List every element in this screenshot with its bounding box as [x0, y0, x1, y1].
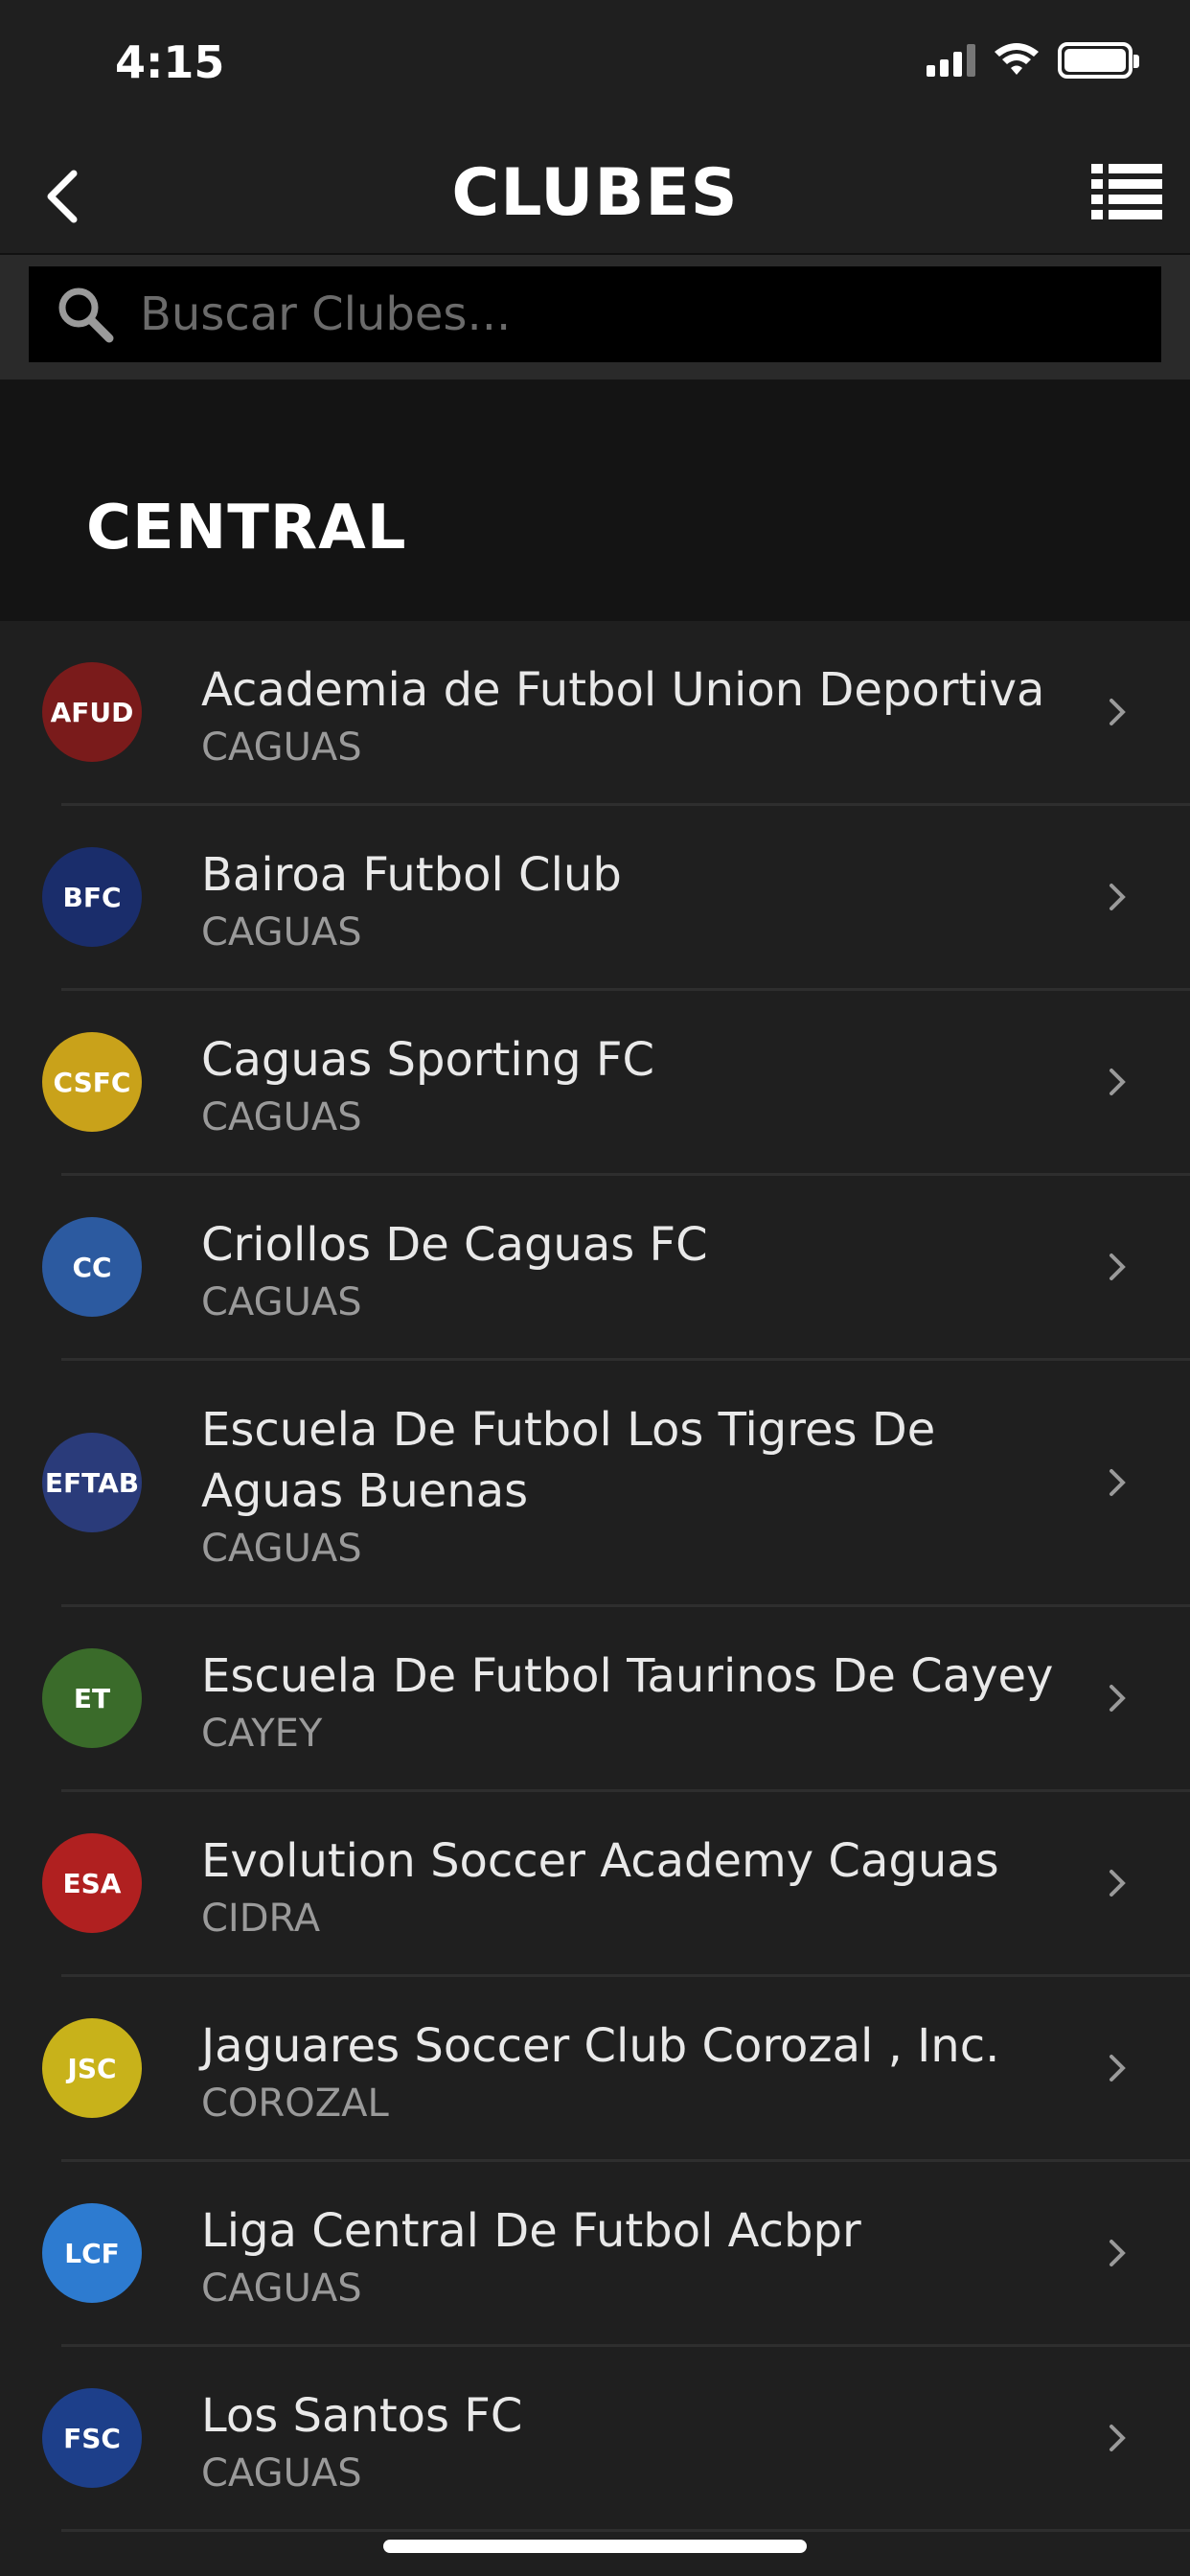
chevron-right-icon: [1110, 1870, 1126, 1897]
club-list-item[interactable]: JSC Jaguares Soccer Club Corozal , Inc. …: [0, 1977, 1190, 2162]
chevron-right-icon: [1110, 1685, 1126, 1712]
club-city: CAYEY: [201, 1712, 323, 1756]
club-city: CAGUAS: [201, 725, 362, 770]
nav-bar: CLUBES: [0, 134, 1190, 255]
club-name: Bairoa Futbol Club: [201, 848, 622, 902]
chevron-right-icon: [1110, 699, 1126, 725]
club-list-item[interactable]: LCF Liga Central De Futbol Acbpr CAGUAS: [0, 2162, 1190, 2347]
club-name: Liga Central De Futbol Acbpr: [201, 2204, 861, 2258]
club-list-item[interactable]: AFUD Academia de Futbol Union Deportiva …: [0, 621, 1190, 806]
club-city: COROZAL: [201, 2082, 389, 2126]
club-name: Evolution Soccer Academy Caguas: [201, 1834, 999, 1888]
home-indicator[interactable]: [383, 2540, 807, 2553]
club-logo: ESA: [42, 1833, 142, 1933]
search-icon: [58, 288, 114, 343]
club-name: Jaguares Soccer Club Corozal , Inc.: [201, 2019, 1000, 2073]
chevron-right-icon: [1110, 2055, 1126, 2082]
search-box[interactable]: [29, 266, 1161, 362]
chevron-right-icon: [1110, 2425, 1126, 2451]
club-list-item[interactable]: ET Escuela De Futbol Taurinos De Cayey C…: [0, 1607, 1190, 1792]
club-name: Escuela De Futbol Los Tigres De Aguas Bu…: [201, 1403, 936, 1518]
club-list: AFUD Academia de Futbol Union Deportiva …: [0, 621, 1190, 2532]
club-name: Academia de Futbol Union Deportiva: [201, 663, 1045, 717]
page-title: CLUBES: [451, 155, 739, 231]
club-logo: CC: [42, 1217, 142, 1317]
search-input[interactable]: [138, 287, 1161, 342]
search-bar: [0, 255, 1190, 380]
chevron-right-icon: [1110, 2240, 1126, 2266]
status-icons: [927, 42, 1139, 79]
club-city: CAGUAS: [201, 910, 362, 954]
club-name: Los Santos FC: [201, 2389, 523, 2443]
status-time: 4:15: [115, 36, 225, 88]
battery-icon: [1058, 42, 1139, 79]
club-list-item[interactable]: BFC Bairoa Futbol Club CAGUAS: [0, 806, 1190, 991]
section-header: CENTRAL: [0, 380, 1190, 621]
club-list-item[interactable]: EFTAB Escuela De Futbol Los Tigres De Ag…: [0, 1361, 1190, 1607]
club-logo: ET: [42, 1648, 142, 1748]
club-logo: EFTAB: [42, 1433, 142, 1532]
club-list-item[interactable]: CC Criollos De Caguas FC CAGUAS: [0, 1176, 1190, 1361]
club-logo: CSFC: [42, 1032, 142, 1132]
section-title: CENTRAL: [86, 493, 407, 564]
chevron-right-icon: [1110, 884, 1126, 910]
club-logo: AFUD: [42, 662, 142, 762]
club-name: Caguas Sporting FC: [201, 1033, 654, 1087]
signal-icon: [927, 44, 975, 77]
club-city: CAGUAS: [201, 1095, 362, 1139]
chevron-right-icon: [1110, 1469, 1126, 1496]
list-view-button[interactable]: [1088, 153, 1165, 230]
status-bar: 4:15: [0, 0, 1190, 134]
club-city: CAGUAS: [201, 1280, 362, 1324]
club-city: CIDRA: [201, 1897, 321, 1941]
club-logo: LCF: [42, 2203, 142, 2303]
chevron-right-icon: [1110, 1069, 1126, 1095]
wifi-icon: [995, 43, 1039, 75]
club-logo: JSC: [42, 2018, 142, 2118]
club-logo: FSC: [42, 2388, 142, 2488]
list-icon: [1091, 164, 1162, 219]
club-city: CAGUAS: [201, 1527, 362, 1571]
chevron-right-icon: [1110, 1254, 1126, 1280]
club-list-item[interactable]: CSFC Caguas Sporting FC CAGUAS: [0, 991, 1190, 1176]
club-name: Escuela De Futbol Taurinos De Cayey: [201, 1649, 1054, 1703]
club-city: CAGUAS: [201, 2266, 362, 2311]
club-list-item[interactable]: FSC Los Santos FC CAGUAS: [0, 2347, 1190, 2532]
club-name: Criollos De Caguas FC: [201, 1218, 708, 1272]
club-logo: BFC: [42, 847, 142, 947]
club-list-item[interactable]: ESA Evolution Soccer Academy Caguas CIDR…: [0, 1792, 1190, 1977]
club-city: CAGUAS: [201, 2451, 362, 2496]
